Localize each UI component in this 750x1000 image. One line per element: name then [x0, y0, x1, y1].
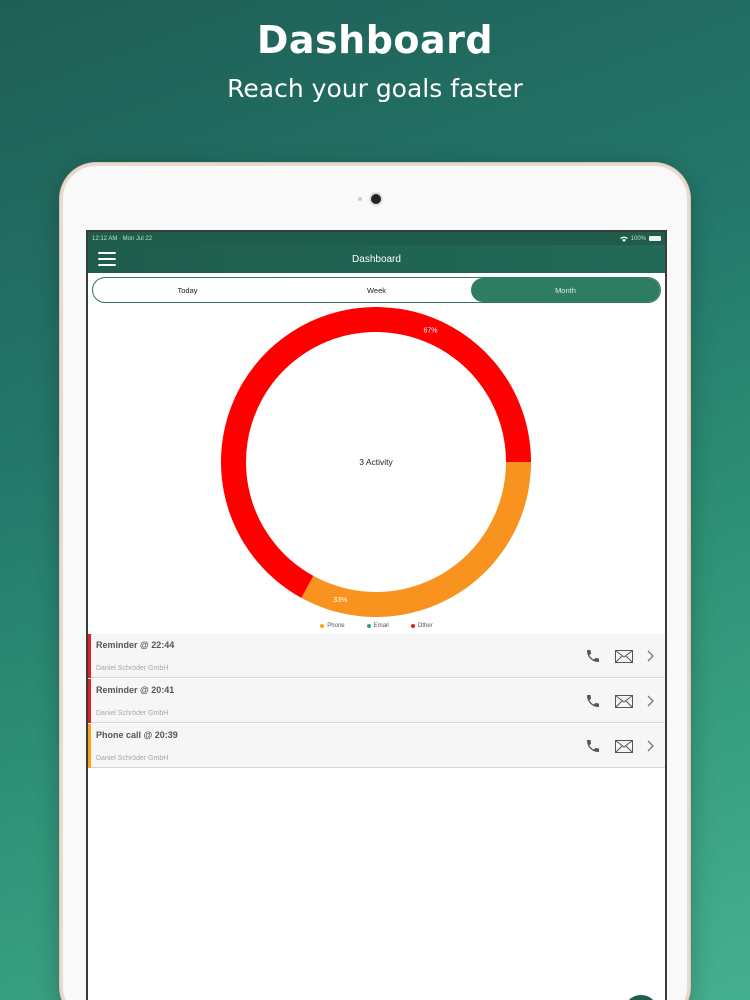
chevron-right-icon[interactable] — [647, 650, 655, 662]
status-time: 12:12 AM · Mon Jul 22 — [92, 235, 153, 242]
row-status-marker — [88, 724, 91, 768]
hero-title: Dashboard — [256, 18, 494, 62]
activity-chart: 33% 67% 3 Activity Phone Email Other — [88, 303, 665, 633]
activity-title: Phone call @ 20:39 — [96, 730, 178, 740]
chart-center-label: 3 Activity — [359, 457, 393, 467]
legend-dot-other — [410, 624, 415, 628]
pie-slice-phone — [301, 462, 531, 617]
legend-item-email: Email — [366, 623, 389, 629]
pie-label-other: 67% — [423, 327, 437, 334]
legend-dot-phone — [320, 624, 325, 628]
period-segmented-control: Today Week Month — [92, 277, 661, 303]
activity-row[interactable]: Phone call @ 20:39 Daniel Schröder GmbH — [88, 724, 665, 768]
row-actions — [585, 634, 655, 678]
tab-month[interactable]: Month — [471, 278, 660, 302]
phone-icon[interactable] — [585, 648, 601, 664]
row-actions — [585, 679, 655, 723]
battery-icon — [649, 236, 661, 241]
legend-dot-email — [366, 624, 371, 628]
tablet-frame: 12:12 AM · Mon Jul 22 100% Dashboard Tod… — [60, 163, 690, 1000]
row-actions — [585, 724, 655, 768]
chevron-right-icon[interactable] — [647, 695, 655, 707]
battery-percent: 100% — [630, 235, 646, 242]
activity-list: Reminder @ 22:44 Daniel Schröder GmbH Re… — [88, 634, 665, 769]
pie-label-phone: 33% — [333, 597, 347, 604]
activity-title: Reminder @ 22:44 — [96, 640, 175, 650]
row-status-marker — [88, 634, 91, 678]
nav-title: Dashboard — [352, 253, 401, 265]
sensor-dot — [358, 197, 362, 201]
legend-label-email: Email — [373, 623, 389, 629]
mail-icon[interactable] — [615, 649, 633, 663]
hamburger-icon[interactable] — [98, 252, 116, 266]
chart-legend: Phone Email Other — [88, 623, 665, 629]
mail-icon[interactable] — [615, 694, 633, 708]
row-status-marker — [88, 679, 91, 723]
camera-icon — [371, 194, 381, 204]
wifi-icon — [619, 236, 628, 242]
activity-company: Daniel Schröder GmbH — [96, 665, 169, 672]
app-screen: 12:12 AM · Mon Jul 22 100% Dashboard Tod… — [86, 230, 667, 1000]
activity-company: Daniel Schröder GmbH — [96, 755, 169, 762]
hero-subtitle: Reach your goals faster — [227, 74, 523, 103]
activity-company: Daniel Schröder GmbH — [96, 710, 169, 717]
legend-label-other: Other — [417, 623, 433, 629]
status-indicators: 100% — [619, 235, 661, 242]
legend-label-phone: Phone — [327, 623, 345, 629]
tab-week[interactable]: Week — [282, 278, 471, 302]
legend-item-phone: Phone — [320, 623, 345, 629]
chevron-right-icon[interactable] — [647, 740, 655, 752]
mail-icon[interactable] — [615, 739, 633, 753]
phone-icon[interactable] — [585, 738, 601, 754]
add-activity-button[interactable]: + — [624, 995, 658, 1000]
activity-title: Reminder @ 20:41 — [96, 685, 175, 695]
legend-item-other: Other — [410, 623, 433, 629]
activity-row[interactable]: Reminder @ 22:44 Daniel Schröder GmbH — [88, 634, 665, 678]
phone-icon[interactable] — [585, 693, 601, 709]
status-bar: 12:12 AM · Mon Jul 22 100% — [88, 232, 665, 245]
navigation-bar: Dashboard — [88, 245, 665, 273]
activity-row[interactable]: Reminder @ 20:41 Daniel Schröder GmbH — [88, 679, 665, 723]
activity-donut-chart: 33% 67% 3 Activity — [220, 307, 532, 617]
tab-today[interactable]: Today — [93, 278, 282, 302]
